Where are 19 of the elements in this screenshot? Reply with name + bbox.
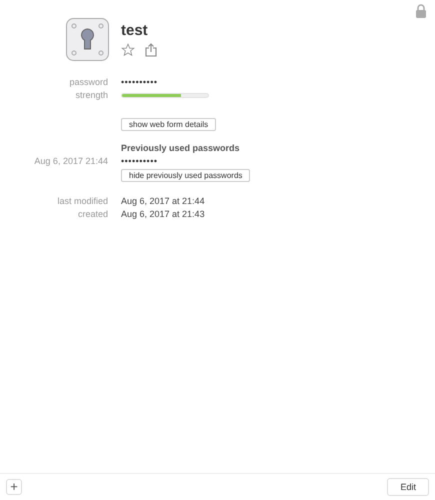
date-label: last modified xyxy=(56,196,108,206)
date-value: Aug 6, 2017 at 21:44 xyxy=(121,196,206,206)
password-value: •••••••••• xyxy=(121,77,159,87)
star-icon[interactable] xyxy=(121,43,135,57)
password-value: •••••••••• xyxy=(121,156,159,166)
section-heading: Previously used passwords xyxy=(121,143,241,153)
date-label: created xyxy=(76,209,108,219)
entry-date: Aug 6, 2017 21:44 xyxy=(33,156,108,166)
item-title: test xyxy=(121,22,149,39)
lock-icon[interactable] xyxy=(415,4,427,18)
hide-passwords-button[interactable]: hide previously used passwords xyxy=(121,169,250,182)
date-value: Aug 6, 2017 at 21:43 xyxy=(121,209,206,219)
share-icon[interactable] xyxy=(145,43,157,57)
keyhole-icon xyxy=(66,18,109,61)
field-label: password xyxy=(68,77,108,87)
field-label: strength xyxy=(74,90,108,100)
show-web-form-button[interactable]: show web form details xyxy=(121,118,216,131)
add-button[interactable]: + xyxy=(6,479,22,495)
edit-button[interactable]: Edit xyxy=(387,478,429,496)
